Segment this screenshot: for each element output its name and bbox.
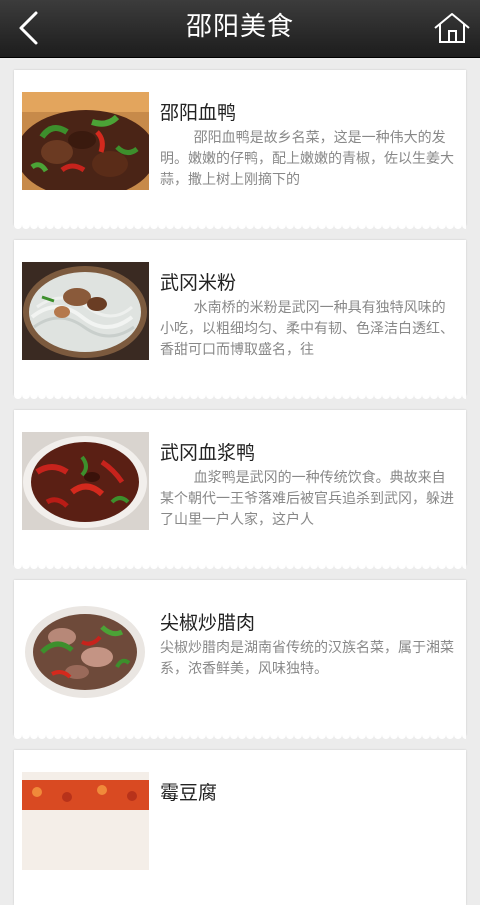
card-edge: [14, 223, 466, 231]
list-item[interactable]: 霉豆腐: [14, 750, 466, 905]
item-title: 霉豆腐: [160, 782, 218, 804]
item-title: 武冈血浆鸭: [160, 442, 256, 464]
list-item[interactable]: 武冈米粉 水南桥的米粉是武冈一种具有独特风味的小吃，以粗细均匀、柔中有韧、色泽洁…: [14, 240, 466, 401]
food-thumbnail: [22, 92, 149, 190]
food-thumbnail: [22, 432, 149, 530]
item-description: 邵阳血鸭是故乡名菜，这是一种伟大的发明。嫩嫩的仔鸭，配上嫩嫩的青椒，佐以生姜大蒜…: [160, 130, 454, 188]
app-header: 邵阳美食: [0, 0, 480, 58]
home-icon: [434, 13, 470, 43]
page-title: 邵阳美食: [185, 12, 294, 42]
item-title: 尖椒炒腊肉: [160, 612, 256, 634]
list-item[interactable]: 武冈血浆鸭 血浆鸭是武冈的一种传统饮食。典故来自某个朝代一王爷落难后被官兵追杀到…: [14, 410, 466, 571]
card-edge: [14, 563, 466, 571]
card-edge: [14, 393, 466, 401]
card-edge: [14, 733, 466, 741]
item-description: 水南桥的米粉是武冈一种具有独特风味的小吃，以粗细均匀、柔中有韧、色泽洁白透红、香…: [160, 300, 454, 358]
food-thumbnail: [22, 772, 149, 870]
food-thumbnail: [22, 602, 149, 700]
item-description: 血浆鸭是武冈的一种传统饮食。典故来自某个朝代一王爷落难后被官兵追杀到武冈，躲进了…: [160, 470, 454, 528]
list-item[interactable]: 尖椒炒腊肉 尖椒炒腊肉是湖南省传统的汉族名菜，属于湘菜系，浓香鲜美，风味独特。: [14, 580, 466, 741]
item-description: 尖椒炒腊肉是湖南省传统的汉族名菜，属于湘菜系，浓香鲜美，风味独特。: [160, 640, 454, 677]
item-title: 邵阳血鸭: [160, 102, 237, 124]
item-title: 武冈米粉: [160, 272, 237, 294]
list-item[interactable]: 邵阳血鸭 邵阳血鸭是故乡名菜，这是一种伟大的发明。嫩嫩的仔鸭，配上嫩嫩的青椒，佐…: [14, 70, 466, 231]
food-thumbnail: [22, 262, 149, 360]
home-button[interactable]: [432, 10, 472, 46]
